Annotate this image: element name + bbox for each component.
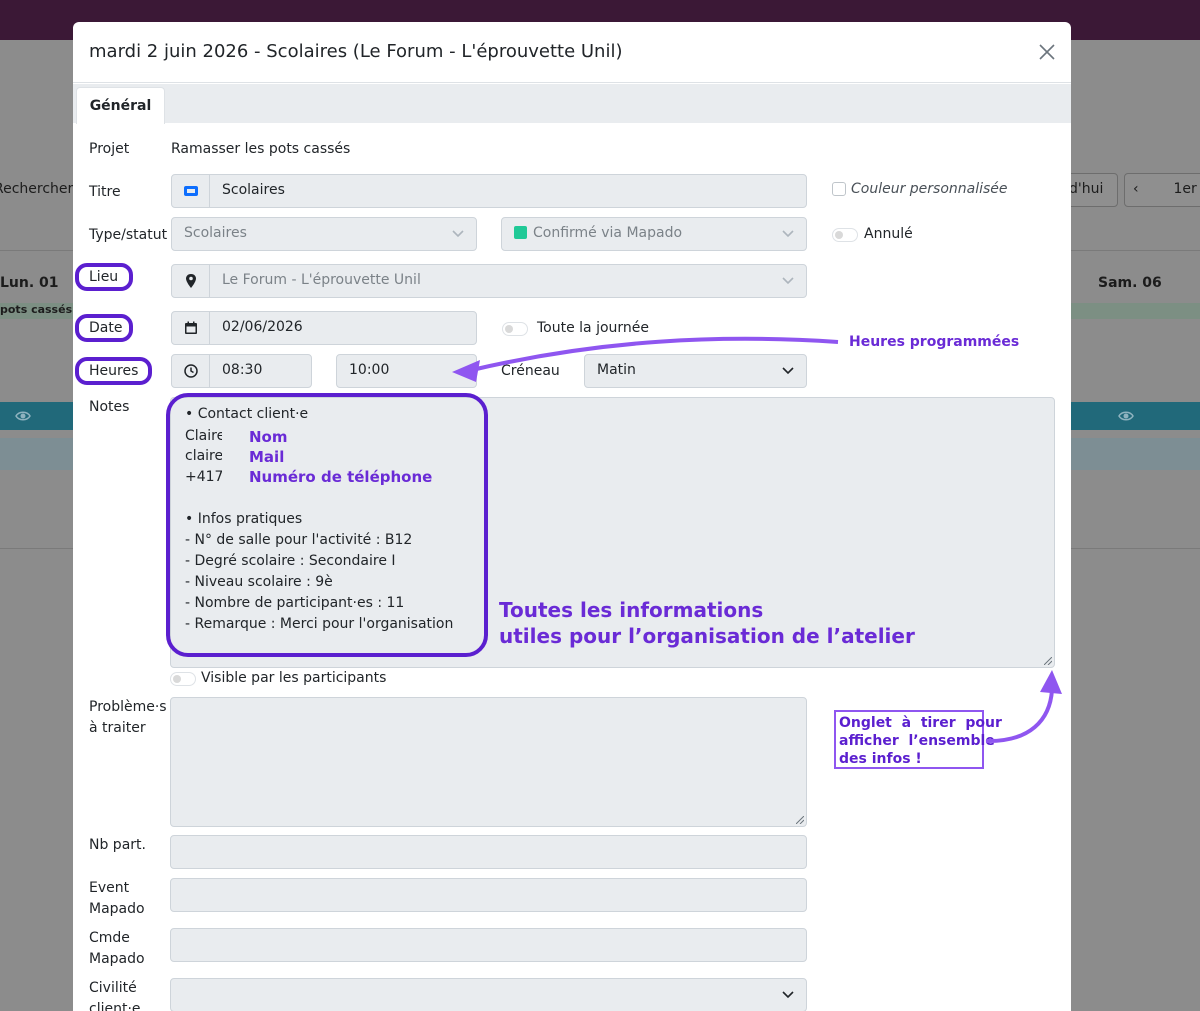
annotation-onglet-line: Onglet à tirer pour	[839, 715, 1002, 731]
day-header-monday: Lun. 01	[0, 275, 59, 291]
creneau-select[interactable]: Matin	[584, 354, 807, 388]
modal-title: mardi 2 juin 2026 - Scolaires (Le Forum …	[89, 41, 623, 62]
cmde-mapado-label: Cmde	[89, 930, 130, 946]
eye-icon[interactable]	[15, 408, 31, 424]
ticket-icon	[171, 174, 210, 208]
cmde-mapado-label-2: Mapado	[89, 951, 145, 967]
divider	[0, 250, 73, 251]
annotation-onglet-line: afficher l’ensemble	[839, 733, 995, 749]
chevron-down-icon	[782, 367, 794, 375]
event-mapado-input[interactable]	[170, 878, 807, 912]
toute-journee-label: Toute la journée	[537, 320, 650, 336]
annotation-date-highlight	[75, 314, 133, 342]
civilite-label: Civilité	[89, 980, 137, 996]
chevron-left-icon[interactable]: ‹	[1133, 181, 1153, 197]
problemes-textarea[interactable]	[170, 697, 807, 827]
type-select[interactable]: Scolaires	[171, 217, 477, 251]
date-input[interactable]: 02/06/2026	[209, 311, 477, 345]
modal-header: mardi 2 juin 2026 - Scolaires (Le Forum …	[73, 22, 1071, 83]
divider	[1071, 548, 1200, 549]
calendar-row-light-left	[0, 438, 73, 470]
statut-select[interactable]: Confirmé via Mapado	[501, 217, 807, 251]
map-pin-icon	[171, 264, 210, 298]
problemes-label: Problème·s	[89, 699, 167, 715]
type-select-value: Scolaires	[184, 225, 247, 241]
divider	[0, 548, 73, 549]
annule-label: Annulé	[864, 226, 913, 242]
clock-icon	[171, 354, 210, 388]
eye-icon[interactable]	[1118, 408, 1134, 424]
annotation-toutes-infos-2: utiles pour l’organisation de l’atelier	[499, 624, 915, 648]
type-label: Type/statut	[89, 227, 168, 243]
chevron-down-icon	[782, 991, 794, 999]
problemes-label-2: à traiter	[89, 720, 146, 736]
annotation-onglet-line: des infos !	[839, 751, 922, 767]
notes-label: Notes	[89, 399, 130, 415]
calendar-row-light-right	[1071, 438, 1200, 470]
couleur-checkbox[interactable]	[832, 182, 846, 196]
calendar-row-teal-left	[0, 402, 73, 430]
titre-input[interactable]: Scolaires	[209, 174, 807, 208]
toute-journee-toggle[interactable]	[502, 322, 528, 336]
calendar-event[interactable]: pots cassés	[0, 303, 73, 319]
chevron-down-icon	[452, 230, 464, 238]
annotation-toutes-infos: Toutes les informations	[499, 598, 764, 622]
annule-toggle[interactable]	[832, 228, 858, 242]
cmde-mapado-input[interactable]	[170, 928, 807, 962]
event-mapado-label: Event	[89, 880, 130, 896]
chevron-down-icon	[782, 277, 794, 285]
calendar-event-right	[1071, 303, 1200, 319]
titre-label: Titre	[89, 184, 121, 200]
divider	[1071, 250, 1200, 251]
nb-part-input[interactable]	[170, 835, 807, 869]
projet-label: Projet	[89, 141, 130, 157]
lieu-select[interactable]: Le Forum - L'éprouvette Unil	[209, 264, 807, 298]
lieu-select-value: Le Forum - L'éprouvette Unil	[222, 272, 421, 288]
nb-part-label: Nb part.	[89, 837, 146, 853]
event-mapado-label-2: Mapado	[89, 901, 145, 917]
annotation-onglet-box: Onglet à tirer pour afficher l’ensemble …	[834, 710, 1002, 769]
projet-value: Ramasser les pots cassés	[171, 141, 351, 157]
date-nav-label: 1er	[1173, 181, 1197, 197]
tab-general[interactable]: Général	[76, 87, 165, 124]
search-label[interactable]: Rechercher	[0, 181, 73, 197]
calendar-icon	[171, 311, 210, 345]
date-nav[interactable]: ‹ 1er	[1124, 173, 1200, 207]
chevron-down-icon	[782, 230, 794, 238]
statut-select-value: Confirmé via Mapado	[533, 225, 683, 241]
statut-color-swatch	[514, 226, 527, 239]
annotation-mail: Mail	[249, 448, 285, 466]
visible-toggle[interactable]	[170, 672, 196, 686]
day-header-saturday: Sam. 06	[1098, 275, 1162, 291]
annotation-lieu-highlight	[75, 263, 133, 291]
annotation-nom: Nom	[249, 428, 288, 446]
annotation-telephone: Numéro de téléphone	[249, 468, 433, 486]
heure-debut-input[interactable]: 08:30	[209, 354, 312, 388]
creneau-label: Créneau	[501, 363, 560, 379]
heure-fin-input[interactable]: 10:00	[336, 354, 477, 388]
civilite-label-2: client·e	[89, 1001, 141, 1011]
couleur-label: Couleur personnalisée	[851, 181, 1008, 197]
annotation-heures-programmees: Heures programmées	[849, 334, 1020, 350]
calendar-row-teal-right	[1071, 402, 1200, 430]
resize-handle-icon[interactable]	[796, 816, 804, 824]
close-icon[interactable]	[1035, 40, 1059, 64]
civilite-select[interactable]	[170, 978, 807, 1011]
resize-handle-icon[interactable]	[1044, 657, 1052, 665]
annotation-notes-highlight	[166, 393, 488, 657]
creneau-select-value: Matin	[597, 362, 636, 378]
tab-bar: Général	[73, 84, 1071, 124]
visible-label: Visible par les participants	[201, 670, 387, 686]
annotation-heures-highlight	[75, 357, 152, 385]
